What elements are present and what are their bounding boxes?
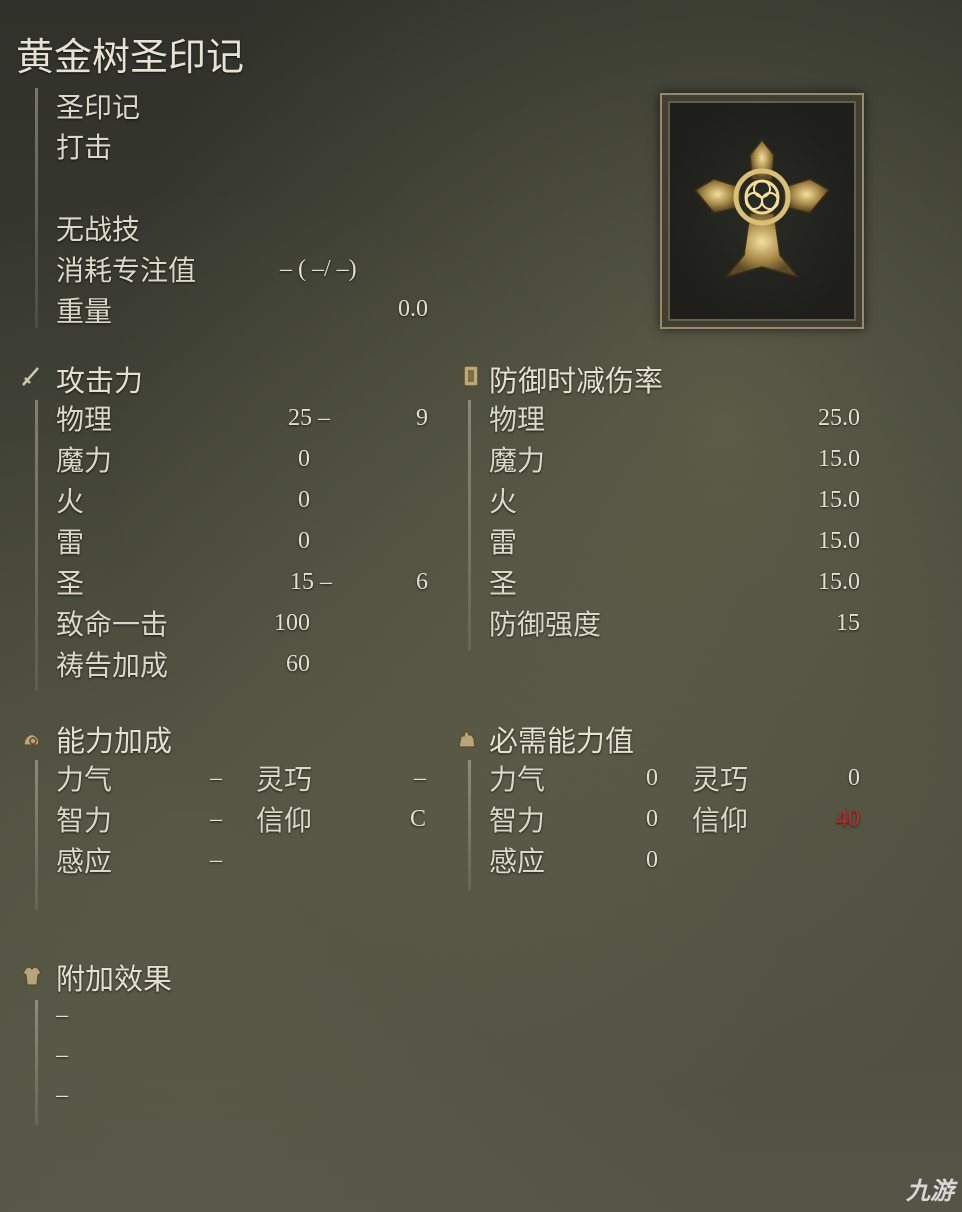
weapon-skill: 无战技: [56, 213, 141, 246]
defense-row-value: 15.0: [818, 446, 860, 472]
attack-row-bonus: 9: [416, 405, 428, 431]
attack-row-label: 圣: [56, 567, 85, 600]
divider-line: [35, 400, 38, 690]
scaling-stat-label: 力气: [56, 763, 113, 796]
fp-cost-value: – ( –/ –): [280, 256, 357, 282]
attack-row-value: 60: [286, 651, 310, 677]
golden-tree-seal-icon: [693, 138, 831, 279]
requirement-stat-value: 0: [646, 806, 658, 832]
divider-line: [468, 760, 471, 890]
divider-line: [35, 760, 38, 910]
defense-row-label: 圣: [489, 567, 518, 600]
defense-row-value: 15.0: [818, 569, 860, 595]
defense-row-label: 火: [489, 485, 518, 518]
scaling-stat-value: –: [414, 765, 426, 791]
scaling-header: 能力加成: [56, 724, 173, 758]
scaling-stat-value: –: [210, 765, 222, 791]
requirement-stat-label: 感应: [489, 845, 546, 878]
attack-row-value: 25 –: [288, 405, 330, 431]
attack-row-label: 祷告加成: [56, 649, 169, 682]
requirement-stat-label: 信仰: [692, 804, 749, 837]
defense-row-value: 25.0: [818, 405, 860, 431]
arm-strength-icon: [23, 733, 40, 746]
defense-row-label: 防御强度: [489, 608, 602, 641]
scaling-stat-label: 灵巧: [256, 763, 313, 796]
weight-value: 0.0: [398, 296, 428, 322]
attack-header: 攻击力: [56, 364, 144, 398]
armor-icon: [22, 966, 42, 986]
attack-row-value: 0: [298, 487, 310, 513]
scaling-stat-value: –: [210, 806, 222, 832]
requirement-stat-value: 0: [848, 765, 860, 791]
requirement-stat-value-unmet: 40: [836, 806, 860, 832]
defense-header: 防御时减伤率: [489, 364, 664, 398]
attack-row-label: 火: [56, 485, 85, 518]
requirement-stat-label: 灵巧: [692, 763, 749, 796]
scaling-stat-label: 感应: [56, 845, 113, 878]
requirement-stat-value: 0: [646, 847, 658, 873]
attack-row-label: 致命一击: [56, 608, 169, 641]
defense-row-label: 雷: [489, 526, 518, 559]
scaling-stat-label: 智力: [56, 804, 113, 837]
defense-row-label: 魔力: [489, 444, 546, 477]
attack-type: 打击: [56, 131, 113, 164]
site-watermark: 九游: [906, 1177, 954, 1205]
attack-row-label: 魔力: [56, 444, 113, 477]
scaling-stat-label: 信仰: [256, 804, 313, 837]
attack-row-value: 0: [298, 528, 310, 554]
attack-row-label: 物理: [56, 403, 113, 436]
item-title: 黄金树圣印记: [16, 35, 245, 79]
sword-icon: [22, 367, 39, 386]
shield-icon: [463, 365, 479, 387]
divider-line: [468, 400, 471, 650]
attack-row-bonus: 6: [416, 569, 428, 595]
weight-label: 重量: [56, 295, 113, 328]
passive-header: 附加效果: [56, 962, 173, 996]
requirements-header: 必需能力值: [489, 724, 635, 758]
divider-line: [35, 1000, 38, 1125]
attack-row-label: 雷: [56, 526, 85, 559]
hand-icon: [458, 731, 476, 748]
passive-effect: –: [56, 1002, 68, 1028]
defense-row-value: 15.0: [818, 487, 860, 513]
defense-row-value: 15: [836, 610, 860, 636]
defense-row-label: 物理: [489, 403, 546, 436]
requirement-stat-value: 0: [646, 765, 658, 791]
scaling-stat-value: C: [409, 806, 426, 832]
passive-effect: –: [56, 1082, 68, 1108]
scaling-stat-value: –: [210, 847, 222, 873]
item-image-frame: [660, 93, 864, 329]
defense-row-value: 15.0: [818, 528, 860, 554]
attack-row-value: 0: [298, 446, 310, 472]
attack-row-value: 100: [274, 610, 310, 636]
fp-cost-label: 消耗专注值: [56, 254, 197, 287]
requirement-stat-label: 力气: [489, 763, 546, 796]
requirement-stat-label: 智力: [489, 804, 546, 837]
item-type: 圣印记: [56, 91, 141, 124]
passive-effect: –: [56, 1042, 68, 1068]
divider-line: [35, 88, 38, 328]
attack-row-value: 15 –: [290, 569, 332, 595]
